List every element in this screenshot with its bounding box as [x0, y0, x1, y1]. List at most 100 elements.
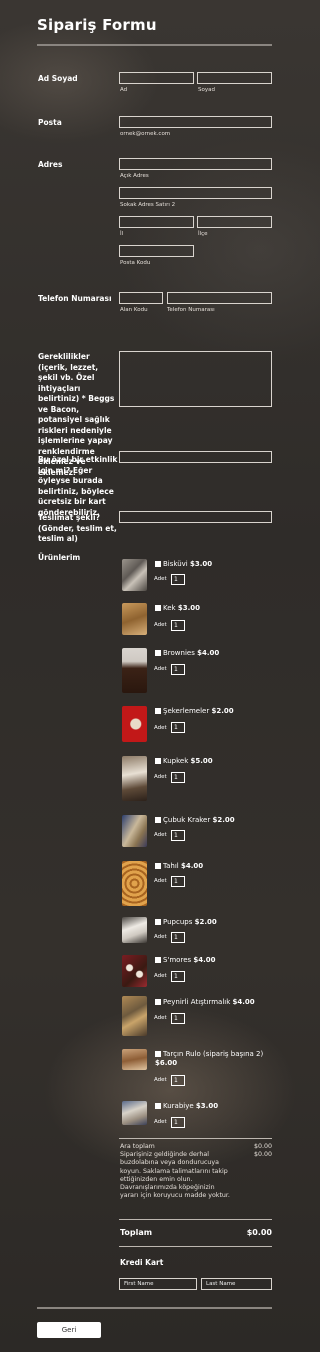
phone-sublabel: Telefon Numarası: [167, 307, 215, 313]
event-input[interactable]: [119, 451, 272, 463]
qty-input[interactable]: 1: [171, 620, 185, 631]
product-item[interactable]: Çubuk Kraker $2.00: [155, 816, 235, 824]
product-item[interactable]: Şekerlemeler $2.00: [155, 707, 234, 715]
biscuit-image: [122, 559, 147, 591]
pupcups-image: [122, 917, 147, 943]
product-checkbox[interactable]: [155, 919, 161, 925]
cake-image: [122, 603, 147, 635]
grain-image: [122, 861, 147, 906]
qty-input[interactable]: 1: [171, 1013, 185, 1024]
qty-label: Adet: [154, 666, 167, 672]
qty-input[interactable]: 1: [171, 876, 185, 887]
area-code-input[interactable]: [119, 292, 163, 304]
city-input[interactable]: [119, 216, 194, 228]
last-name-sublabel: Soyad: [198, 87, 215, 93]
product-item[interactable]: Tahıl $4.00: [155, 862, 203, 870]
qty-label: Adet: [154, 774, 167, 780]
product-item[interactable]: Tarçın Rulo (sipariş başına 2) $6.00: [155, 1050, 273, 1068]
total-divider: [119, 1219, 272, 1220]
delivery-label: Teslimat şekli? (Gönder, teslim et, tesl…: [38, 513, 117, 543]
storage-note: Siparişiniz geldiğinde derhal buzdolabın…: [120, 1151, 230, 1200]
delivery-input[interactable]: [119, 511, 272, 523]
product-item[interactable]: Kupkek $5.00: [155, 757, 213, 765]
event-label: Bu özel bir etkinlik için mi? Eğer öyley…: [38, 455, 118, 517]
product-item[interactable]: Brownies $4.00: [155, 649, 219, 657]
street2-sublabel: Sokak Adres Satırı 2: [120, 202, 176, 208]
email-sublabel: ornek@ornek.com: [120, 131, 171, 137]
phone-input[interactable]: [167, 292, 272, 304]
total-bottom-divider: [119, 1246, 272, 1247]
qty-label: Adet: [154, 878, 167, 884]
product-item[interactable]: S'mores $4.00: [155, 956, 216, 964]
qty-label: Adet: [154, 1077, 167, 1083]
qty-input[interactable]: 1: [171, 722, 185, 733]
note-value: $0.00: [253, 1151, 272, 1158]
name-label: Ad Soyad: [38, 74, 78, 83]
form-title: Sipariş Formu: [37, 16, 157, 34]
product-checkbox[interactable]: [155, 708, 161, 714]
qty-label: Adet: [154, 576, 167, 582]
area-code-sublabel: Alan Kodu: [120, 307, 148, 313]
qty-input[interactable]: 1: [171, 1075, 185, 1086]
product-checkbox[interactable]: [155, 561, 161, 567]
total-label: Toplam: [120, 1228, 153, 1237]
product-checkbox[interactable]: [155, 758, 161, 764]
city-sublabel: İl: [120, 231, 124, 237]
product-item[interactable]: Pupcups $2.00: [155, 918, 217, 926]
product-checkbox[interactable]: [155, 817, 161, 823]
qty-label: Adet: [154, 1015, 167, 1021]
cheese-snack-image: [122, 996, 147, 1036]
street1-sublabel: Açık Adres: [120, 173, 149, 179]
product-item[interactable]: Peynirli Atıştırmalık $4.00: [155, 998, 255, 1006]
first-name-input[interactable]: [119, 72, 194, 84]
product-checkbox[interactable]: [155, 650, 161, 656]
product-checkbox[interactable]: [155, 863, 161, 869]
brownies-image: [122, 648, 147, 693]
card-first-name-input[interactable]: First Name: [119, 1278, 197, 1290]
postal-input[interactable]: [119, 245, 194, 257]
cookie-image: [122, 1101, 147, 1125]
credit-card-title: Kredi Kart: [120, 1258, 164, 1267]
product-checkbox[interactable]: [155, 1103, 161, 1109]
qty-input[interactable]: 1: [171, 1117, 185, 1128]
qty-input[interactable]: 1: [171, 574, 185, 585]
stick-cracker-image: [122, 815, 147, 847]
qty-input[interactable]: 1: [171, 971, 185, 982]
qty-input[interactable]: 1: [171, 830, 185, 841]
street2-input[interactable]: [119, 187, 272, 199]
smores-image: [122, 955, 147, 987]
last-name-input[interactable]: [197, 72, 272, 84]
candies-image: [122, 706, 147, 742]
qty-label: Adet: [154, 832, 167, 838]
qty-label: Adet: [154, 934, 167, 940]
first-name-sublabel: Ad: [120, 87, 128, 93]
address-label: Adres: [38, 160, 63, 169]
cinnamon-roll-image: [122, 1049, 147, 1070]
back-button[interactable]: Geri: [37, 1322, 101, 1338]
card-last-name-input[interactable]: Last Name: [201, 1278, 272, 1290]
qty-label: Adet: [154, 973, 167, 979]
phone-label: Telefon Numarası: [38, 294, 112, 303]
postal-sublabel: Posta Kodu: [120, 260, 151, 266]
street1-input[interactable]: [119, 158, 272, 170]
qty-label: Adet: [154, 622, 167, 628]
qty-label: Adet: [154, 1119, 167, 1125]
cupcake-image: [122, 756, 147, 801]
total-value: $0.00: [246, 1228, 272, 1237]
district-sublabel: İlçe: [198, 231, 208, 237]
requirements-textarea[interactable]: [119, 351, 272, 407]
bottom-divider: [37, 1307, 272, 1309]
product-item[interactable]: Kek $3.00: [155, 604, 200, 612]
product-checkbox[interactable]: [155, 999, 161, 1005]
qty-input[interactable]: 1: [171, 932, 185, 943]
qty-input[interactable]: 1: [171, 772, 185, 783]
product-checkbox[interactable]: [155, 1051, 161, 1057]
product-checkbox[interactable]: [155, 605, 161, 611]
email-input[interactable]: [119, 116, 272, 128]
district-input[interactable]: [197, 216, 272, 228]
title-divider: [37, 44, 272, 46]
product-checkbox[interactable]: [155, 957, 161, 963]
product-item[interactable]: Bisküvi $3.00: [155, 560, 212, 568]
qty-input[interactable]: 1: [171, 664, 185, 675]
product-item[interactable]: Kurabiye $3.00: [155, 1102, 218, 1110]
